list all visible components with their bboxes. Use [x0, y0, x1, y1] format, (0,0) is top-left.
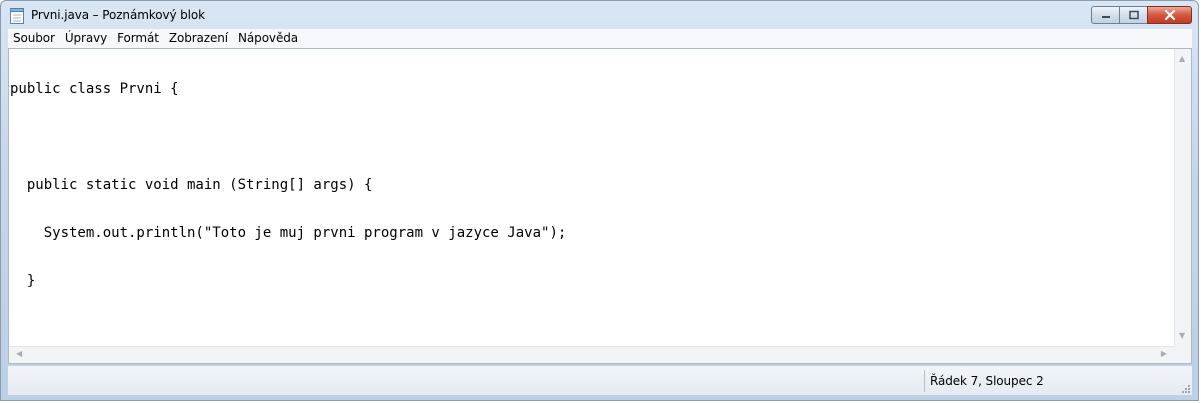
menu-bar: Soubor Úpravy Formát Zobrazení Nápověda: [8, 29, 1192, 48]
notepad-icon[interactable]: [10, 8, 24, 24]
menu-format[interactable]: Formát: [112, 29, 164, 48]
window-title: Prvni.java – Poznámkový blok: [31, 8, 206, 22]
scroll-up-icon[interactable]: ▲: [1179, 55, 1185, 63]
text-area[interactable]: public class Prvni { public static void …: [10, 49, 1172, 346]
maximize-icon: [1128, 10, 1139, 20]
menu-napoveda[interactable]: Nápověda: [233, 29, 303, 48]
code-line: public static void main (String[] args) …: [10, 177, 373, 193]
status-divider: [924, 370, 925, 392]
caption-buttons: [1091, 6, 1192, 24]
scroll-right-icon[interactable]: ▶: [1161, 350, 1167, 358]
code-line: }: [10, 273, 36, 289]
scrollbar-corner: [1174, 346, 1191, 363]
vertical-scrollbar[interactable]: ▲ ▼: [1174, 49, 1191, 346]
menu-upravy[interactable]: Úpravy: [60, 29, 112, 48]
horizontal-scrollbar[interactable]: ◀ ▶: [9, 346, 1174, 363]
minimize-icon: [1101, 16, 1110, 18]
scroll-down-icon[interactable]: ▼: [1179, 332, 1185, 340]
close-icon: [1164, 10, 1175, 20]
maximize-button[interactable]: [1119, 6, 1147, 24]
notepad-window: Prvni.java – Poznámkový blok Soubor Úpra…: [0, 0, 1199, 401]
code-line: public class Prvni {: [10, 81, 179, 97]
code-line: System.out.println("Toto je muj prvni pr…: [10, 225, 567, 241]
close-button[interactable]: [1147, 6, 1192, 24]
cursor-position: Řádek 7, Sloupec 2: [930, 374, 1044, 388]
resize-grip-icon[interactable]: [1180, 383, 1190, 393]
scroll-left-icon[interactable]: ◀: [16, 350, 22, 358]
title-bar[interactable]: Prvni.java – Poznámkový blok: [1, 1, 1198, 29]
minimize-button[interactable]: [1091, 6, 1119, 24]
status-bar: Řádek 7, Sloupec 2: [8, 365, 1192, 395]
text-editor[interactable]: public class Prvni { public static void …: [8, 48, 1192, 364]
menu-zobrazeni[interactable]: Zobrazení: [164, 29, 233, 48]
menu-soubor[interactable]: Soubor: [8, 29, 60, 48]
